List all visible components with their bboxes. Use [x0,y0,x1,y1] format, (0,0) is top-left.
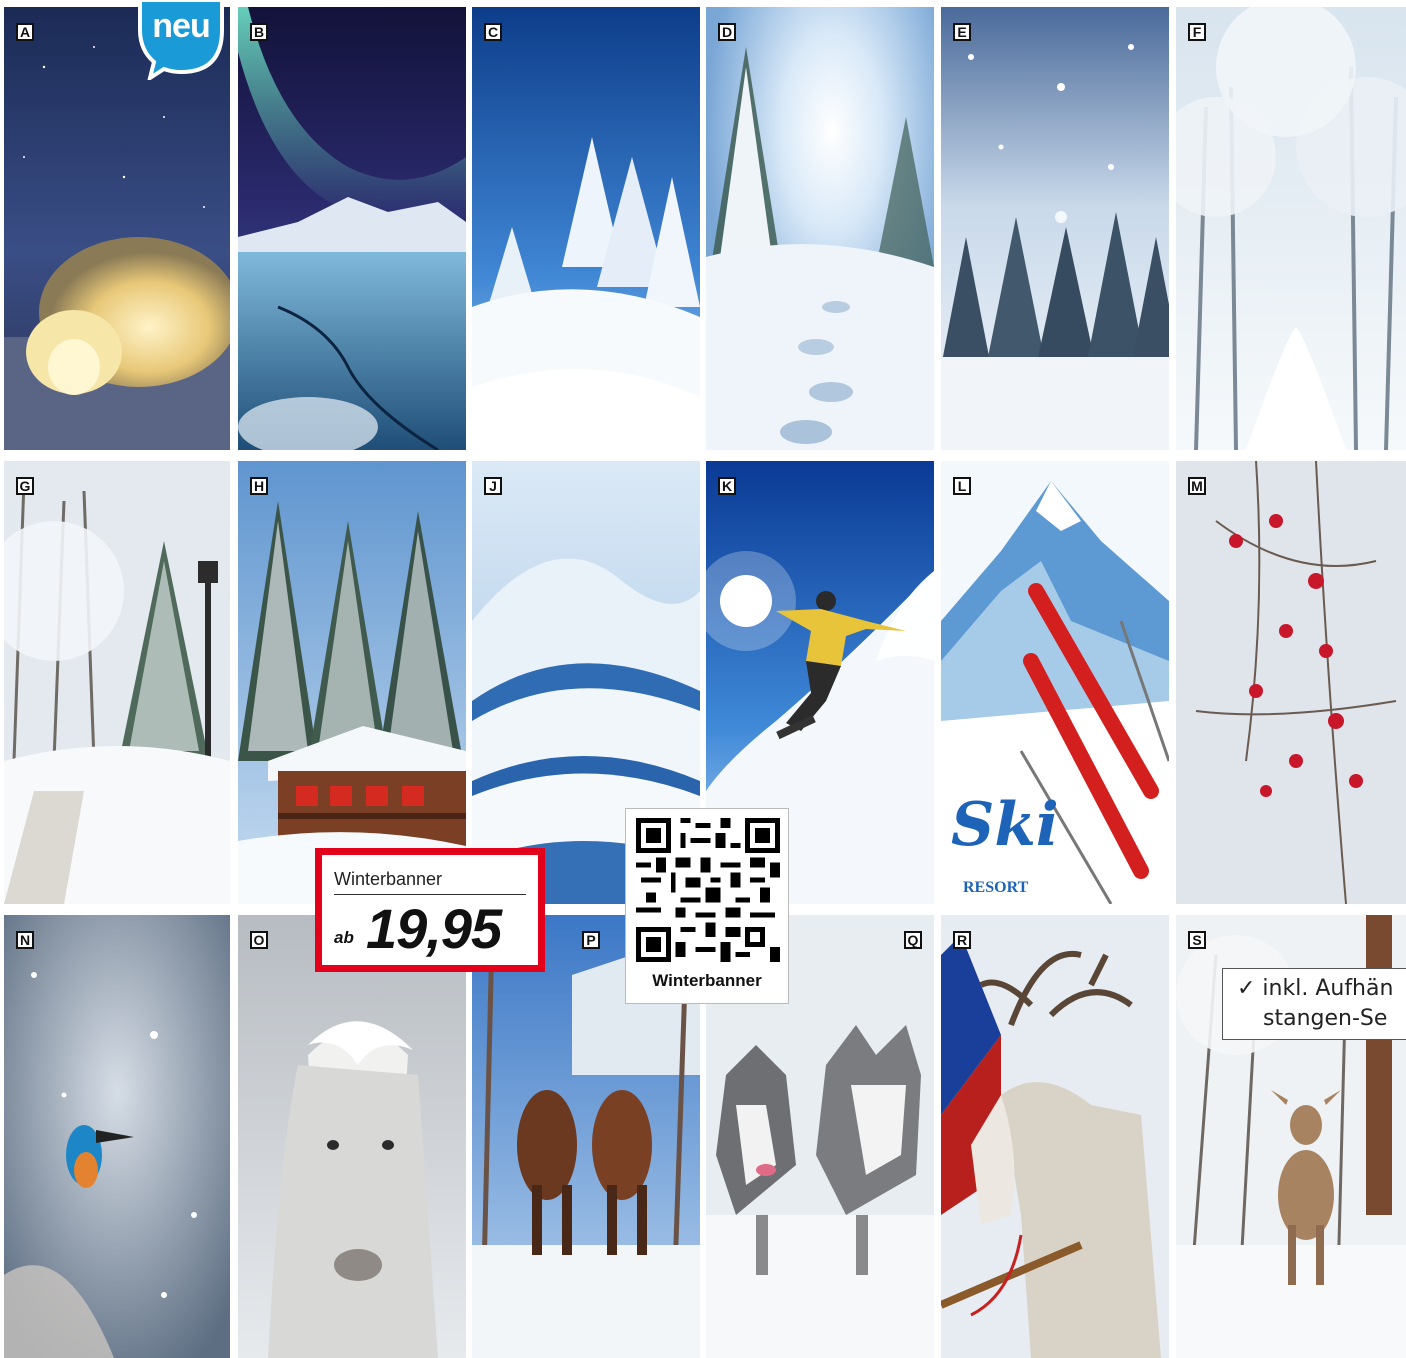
tile-letter-n: N [16,931,34,949]
snowy-park-image [4,461,230,904]
tile-letter-p: P [582,931,600,949]
tile-letter-o: O [250,931,268,949]
tile-letter-c: C [484,23,502,41]
banner-tile-g[interactable]: G [4,461,230,904]
tile-letter-l: L [953,477,971,495]
price-divider [334,894,526,895]
ski-logo-text: Ski [951,790,1059,860]
price-value: 19,95 [366,897,502,960]
tile-letter-j: J [484,477,502,495]
tile-letter-m: M [1188,477,1206,495]
chalet-image [238,461,466,904]
tile-letter-k: K [718,477,736,495]
tile-letter-g: G [16,477,34,495]
kingfisher-image [4,915,230,1358]
tile-letter-d: D [718,23,736,41]
price-prefix: ab [334,928,354,947]
qr-caption: Winterbanner [652,971,762,990]
feature-line-1: ✓ inkl. Aufhän [1237,976,1394,1001]
banner-tile-e[interactable]: E [941,7,1169,450]
tile-letter-s: S [1188,931,1206,949]
red-berries-image [1176,461,1406,904]
ski-resort-subtext: RESORT [963,879,1029,896]
tile-letter-r: R [953,931,971,949]
banner-tile-l[interactable]: Ski RESORT L [941,461,1169,904]
tile-letter-q: Q [904,931,922,949]
feature-callout: ✓ inkl. Aufhän stangen-Se [1222,968,1406,1040]
tile-letter-e: E [953,23,971,41]
banner-tile-r[interactable]: R [941,915,1169,1358]
banner-tile-b[interactable]: B [238,7,466,450]
tile-letter-f: F [1188,23,1206,41]
frosted-forest-image [1176,7,1406,450]
new-badge-text: neu [152,7,210,45]
price-box: Winterbanner ab 19,95 [315,848,545,972]
snowy-pines-image [472,7,700,450]
feature-line-2: stangen-Se [1263,1006,1388,1031]
banner-tile-m[interactable]: M [1176,461,1406,904]
new-badge: neu [136,0,226,80]
banner-tile-n[interactable]: N [4,915,230,1358]
white-horse-image [238,915,466,1358]
tile-letter-h: H [250,477,268,495]
tile-letter-a: A [16,23,34,41]
price-title: Winterbanner [334,869,443,889]
banner-tile-h[interactable]: H [238,461,466,904]
reindeer-image [941,915,1169,1358]
banner-tile-d[interactable]: D [706,7,934,450]
snowfall-forest-image [941,7,1169,450]
banner-tile-c[interactable]: C [472,7,700,450]
northern-lights-image [238,7,466,450]
tile-letter-b: B [250,23,268,41]
banner-tile-f[interactable]: F [1176,7,1406,450]
footprints-snow-image [706,7,934,450]
qr-code-box[interactable]: Winterbanner [625,808,789,1004]
banner-tile-o[interactable]: O [238,915,466,1358]
qr-code-icon[interactable] [636,818,780,962]
